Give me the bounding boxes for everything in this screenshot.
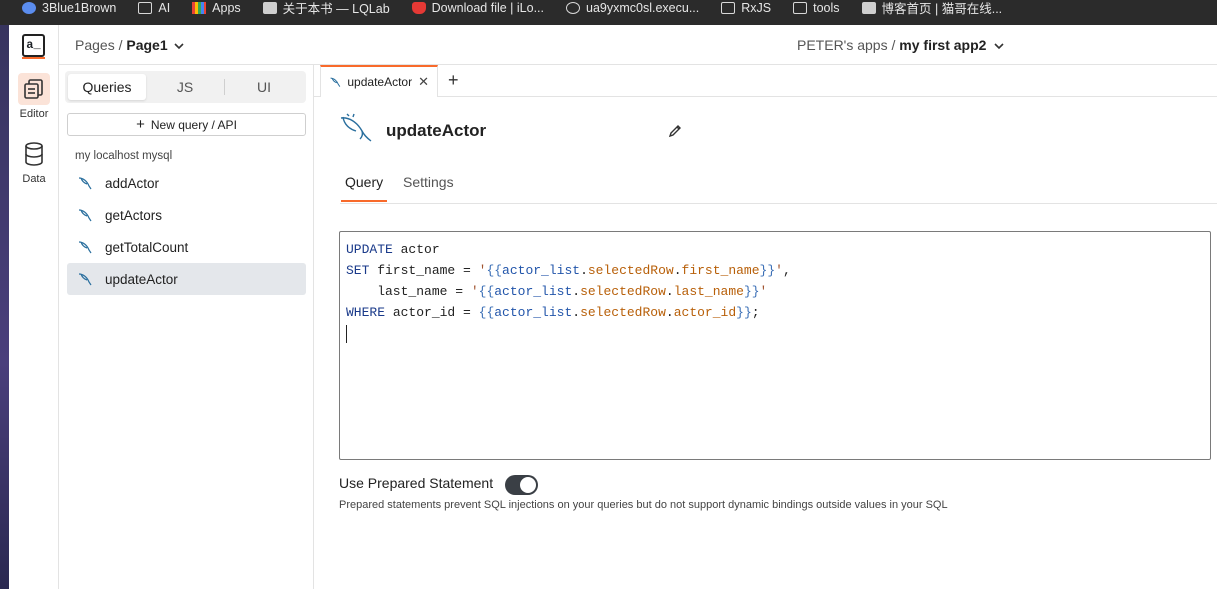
globe-icon — [566, 1, 580, 14]
editor-tab-bar: updateActor ✕ + — [314, 65, 1217, 97]
bookmark-label: 关于本书 — LQLab — [282, 2, 390, 16]
bookmark-apps[interactable]: Apps — [192, 1, 241, 15]
bookmark-label: Download file | iLo... — [431, 0, 544, 15]
query-item-getactors[interactable]: getActors — [67, 199, 306, 231]
tab-query[interactable]: Query — [345, 174, 383, 190]
prepared-statement-toggle[interactable] — [505, 475, 538, 495]
rail-item-editor[interactable]: Editor — [9, 73, 59, 120]
plus-icon: + — [136, 116, 145, 133]
image-icon — [861, 1, 876, 14]
bookmark-ua9yxmc0sl[interactable]: ua9yxmc0sl.execu... — [566, 1, 699, 15]
chevron-down-icon — [173, 43, 184, 50]
query-name: getTotalCount — [105, 239, 189, 255]
mysql-icon — [78, 273, 92, 286]
app-logo[interactable]: a_ — [22, 34, 45, 59]
tab-settings[interactable]: Settings — [403, 174, 454, 190]
bookmark-3blue1brown[interactable]: 3Blue1Brown — [22, 1, 116, 15]
mysql-icon — [78, 241, 92, 254]
new-query-label: New query / API — [150, 117, 237, 132]
bookmark-label: 博客首页 | 猫哥在线... — [881, 2, 1003, 16]
explorer-tabs: Queries JS UI — [65, 71, 306, 103]
code-line: WHERE actor_id = {{actor_list.selectedRo… — [346, 305, 760, 320]
editor-tab-label: updateActor — [347, 75, 413, 89]
bookmark-download[interactable]: Download file | iLo... — [411, 0, 544, 15]
code-line: SET first_name = '{{actor_list.selectedR… — [346, 263, 791, 278]
workspace-name: PETER's apps / — [797, 37, 896, 53]
query-name: addActor — [105, 175, 160, 191]
folder-icon — [721, 1, 736, 14]
bookmark-lqlab[interactable]: 关于本书 — LQLab — [262, 0, 390, 17]
pages-label: Pages / — [75, 37, 123, 53]
datasource-label: my localhost mysql — [75, 150, 173, 162]
explorer-pane: Queries JS UI + New query / API my local… — [59, 65, 314, 589]
query-title: updateActor — [386, 121, 487, 140]
breadcrumb[interactable]: Pages / Page1 — [75, 37, 184, 53]
chevron-down-icon — [994, 43, 1004, 50]
bookmark-rxjs[interactable]: RxJS — [721, 1, 771, 15]
sidebar-rail: a_ Editor Data — [9, 25, 59, 589]
rail-item-data[interactable]: Data — [9, 138, 59, 185]
query-item-addactor[interactable]: addActor — [67, 167, 306, 199]
grid-icon — [192, 1, 207, 14]
circle-icon — [22, 1, 36, 14]
bookmark-label: Apps — [212, 0, 241, 15]
pencil-icon[interactable] — [668, 124, 682, 143]
query-name: updateActor — [105, 271, 178, 287]
bookmark-ai[interactable]: AI — [138, 1, 170, 15]
text-cursor — [346, 324, 347, 343]
prepared-statement-description: Prepared statements prevent SQL injectio… — [339, 499, 948, 511]
app-name: my first app2 — [899, 37, 987, 53]
bookmark-blog[interactable]: 博客首页 | 猫哥在线... — [861, 0, 1003, 17]
page-name: Page1 — [126, 37, 168, 53]
image-icon — [262, 1, 277, 14]
folder-icon — [138, 1, 153, 14]
mysql-icon — [337, 112, 375, 155]
mysql-icon — [330, 77, 341, 87]
close-icon[interactable]: ✕ — [418, 74, 429, 90]
tab-js[interactable]: JS — [146, 74, 224, 100]
database-icon — [18, 138, 50, 170]
code-line — [346, 323, 1204, 344]
mysql-icon — [78, 177, 92, 190]
add-tab-icon[interactable]: + — [448, 70, 459, 91]
bookmarks-bar: 3Blue1Brown AI Apps 关于本书 — LQLab Downloa… — [0, 0, 1217, 25]
tab-ui[interactable]: UI — [225, 74, 303, 100]
bookmark-label: RxJS — [741, 0, 772, 15]
bookmark-label: tools — [813, 0, 840, 15]
new-query-button[interactable]: + New query / API — [67, 113, 306, 136]
heart-icon — [411, 1, 426, 14]
query-item-updateactor[interactable]: updateActor — [67, 263, 306, 295]
editor-icon — [18, 73, 50, 105]
rail-editor-label: Editor — [19, 108, 49, 120]
active-tab-indicator — [341, 200, 387, 202]
code-line: UPDATE actor — [346, 242, 440, 257]
editor-tab-updateactor[interactable]: updateActor ✕ — [320, 65, 438, 97]
prepared-statement-label: Use Prepared Statement — [339, 475, 494, 491]
code-line: last_name = '{{actor_list.selectedRow.la… — [346, 284, 768, 299]
mysql-icon — [78, 209, 92, 222]
query-item-gettotalcount[interactable]: getTotalCount — [67, 231, 306, 263]
bookmark-label: AI — [158, 0, 171, 15]
rail-data-label: Data — [22, 173, 46, 185]
bookmark-label: ua9yxmc0sl.execu... — [586, 0, 700, 15]
query-subtabs: Query Settings — [340, 163, 1217, 204]
app-header: Pages / Page1 PETER's apps / my first ap… — [59, 25, 1217, 65]
bookmark-label: 3Blue1Brown — [42, 0, 117, 15]
app-switcher[interactable]: PETER's apps / my first app2 — [797, 37, 1004, 53]
folder-icon — [793, 1, 808, 14]
toggle-knob — [520, 477, 536, 493]
tab-queries[interactable]: Queries — [68, 74, 146, 100]
query-name: getActors — [105, 207, 163, 223]
desktop-edge — [0, 25, 9, 589]
bookmark-tools[interactable]: tools — [793, 0, 840, 15]
sql-editor[interactable]: UPDATE actor SET first_name = '{{actor_l… — [339, 231, 1211, 460]
